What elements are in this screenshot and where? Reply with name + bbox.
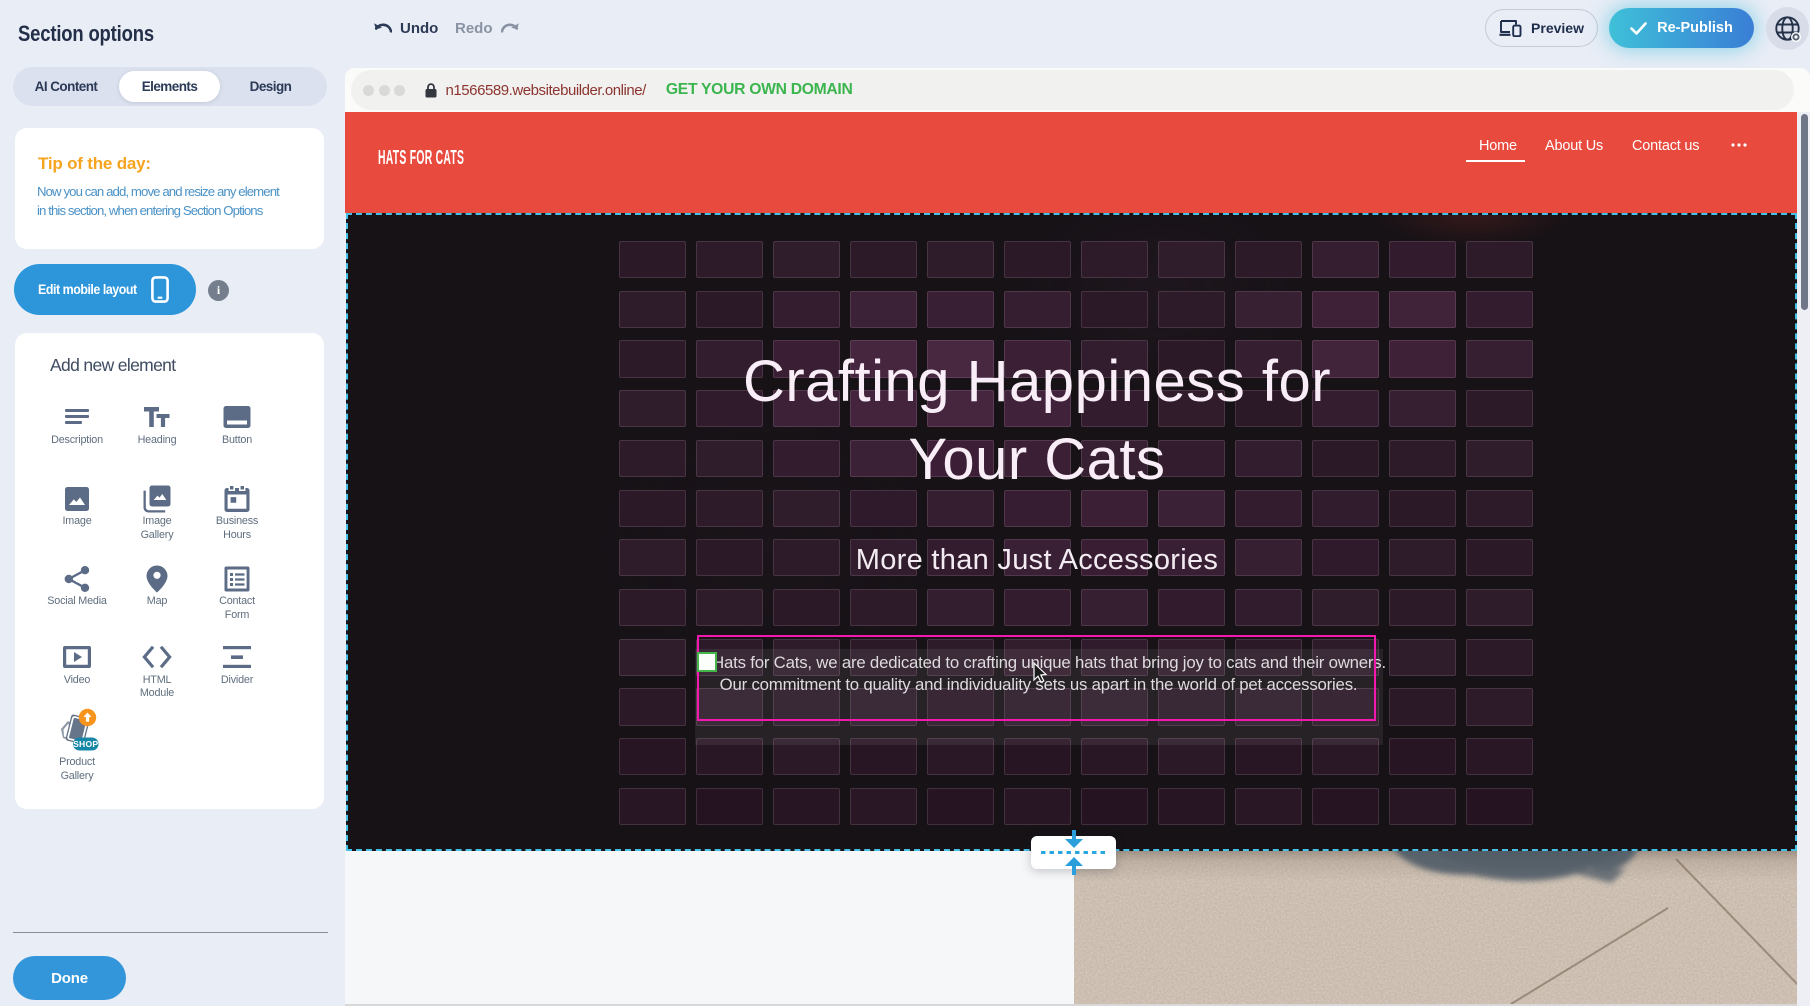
svg-text:SHOP: SHOP: [73, 739, 98, 749]
